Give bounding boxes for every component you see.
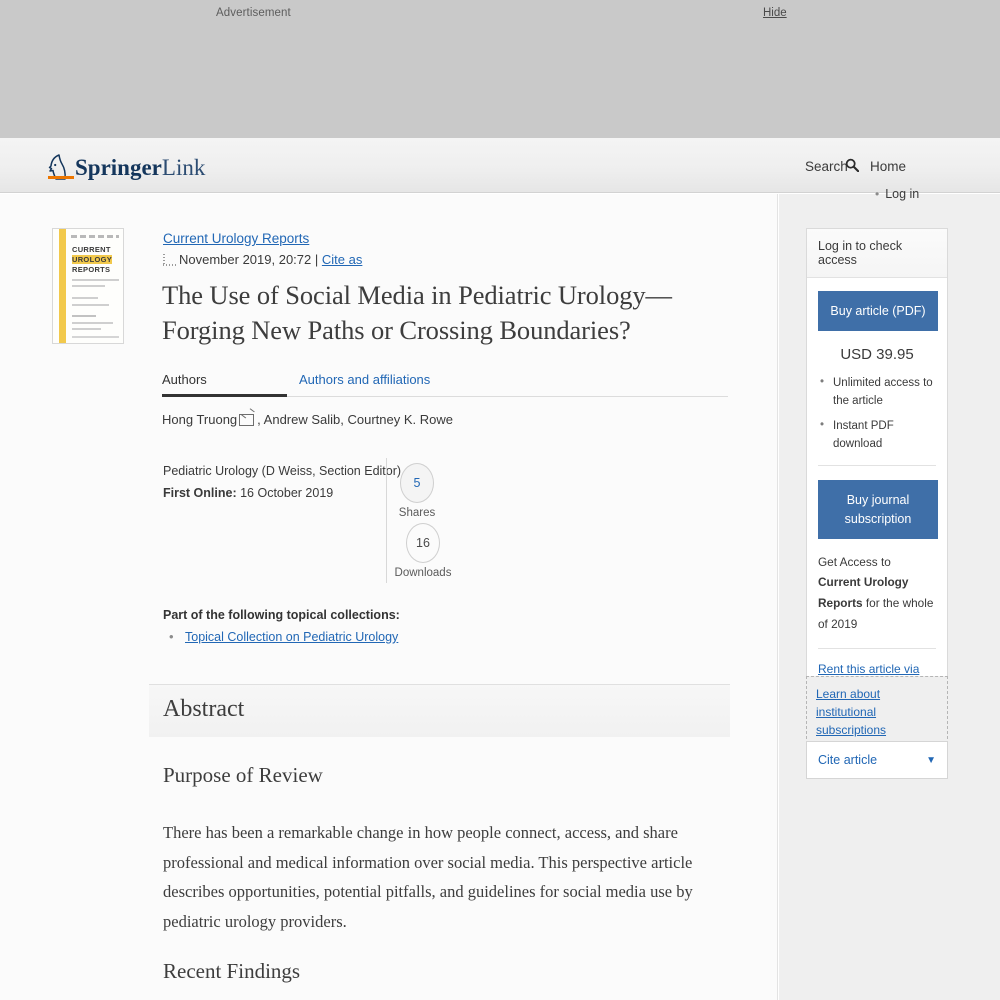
access-card-heading: Log in to check access (807, 229, 947, 278)
cover-rule-c (72, 297, 98, 299)
recent-findings-heading: Recent Findings (163, 959, 301, 983)
institutional-subscriptions-box: Learn about institutional subscriptions (806, 676, 948, 749)
article-perks-list: Unlimited access to the article Instant … (818, 374, 936, 454)
cover-rule-a (72, 279, 119, 281)
topical-collections-heading: Part of the following topical collection… (163, 608, 400, 622)
issue-text: November 2019, 20:72 (179, 252, 312, 267)
cover-top-rule (71, 235, 119, 238)
cover-rule-b (72, 285, 105, 287)
logo-wordmark: SpringerLink (75, 156, 205, 181)
list-item: Instant PDF download (818, 417, 936, 454)
institutional-subscriptions-link[interactable]: Learn about institutional subscriptions (816, 687, 886, 737)
home-link[interactable]: Home (870, 159, 906, 174)
author-list: Hong Truong , Andrew Salib, Courtney K. R… (162, 412, 453, 427)
article-metrics: 5 Shares 16 Downloads (386, 458, 506, 583)
login-bullet-icon: • (875, 187, 880, 201)
metric-downloads: 16 Downloads (393, 523, 453, 579)
cover-title-line-3: REPORTS (72, 265, 111, 274)
list-item: Topical Collection on Pediatric Urology (163, 627, 398, 647)
search-link[interactable]: Search (805, 159, 848, 174)
journal-title-link[interactable]: Current Urology Reports (163, 231, 309, 246)
logo-underline (48, 176, 74, 179)
author-name-primary[interactable]: Hong Truong (162, 412, 237, 427)
access-card-body: Buy article (PDF) USD 39.95 Unlimited ac… (807, 278, 947, 716)
page-title: The Use of Social Media in Pediatric Uro… (162, 280, 672, 346)
purpose-of-review-text: There has been a remarkable change in ho… (163, 823, 693, 931)
author-tabs: Authors Authors and affiliations (162, 372, 728, 397)
access-card: Log in to check access Buy article (PDF)… (806, 228, 948, 717)
metric-shares: 5 Shares (387, 463, 447, 519)
article-price: USD 39.95 (840, 346, 914, 364)
first-online-label: First Online: (163, 486, 237, 500)
cover-rule-f (72, 322, 113, 324)
issue-separator: | (314, 252, 319, 267)
advertisement-banner: Advertisement Hide (0, 0, 1000, 138)
metric-shares-value: 5 (400, 463, 434, 503)
journal-access-description: Get Access to Current Urology Reports fo… (818, 552, 936, 635)
advertisement-label: Advertisement (216, 7, 291, 19)
journal-cover-thumbnail[interactable]: CURRENT UROLOGY REPORTS (52, 228, 124, 344)
get-access-prefix: Get Access to (818, 554, 891, 569)
cover-rule-d (72, 304, 109, 306)
list-item: Unlimited access to the article (818, 374, 936, 411)
topical-collection-link[interactable]: Topical Collection on Pediatric Urology (185, 630, 398, 644)
section-editor-line: Pediatric Urology (D Weiss, Section Edit… (163, 464, 402, 478)
issue-info-row: November 2019, 20:72 | Cite as (163, 252, 362, 267)
cite-article-dropdown[interactable]: Cite article ▼ (806, 741, 948, 779)
broken-image-icon (163, 254, 176, 266)
logo-springer-text: Springer (75, 155, 162, 180)
cite-as-link[interactable]: Cite as (322, 252, 362, 267)
first-online-line: First Online: 16 October 2019 (163, 486, 333, 500)
purpose-of-review-heading: Purpose of Review (163, 763, 323, 787)
cover-title-line-2: UROLOGY (72, 255, 113, 264)
author-names-rest: , Andrew Salib, Courtney K. Rowe (257, 412, 453, 427)
logo-link-text: Link (161, 155, 206, 180)
topical-collections-list: Topical Collection on Pediatric Urology (163, 627, 398, 647)
buy-journal-subscription-button[interactable]: Buy journal subscription (818, 480, 938, 539)
cover-title-line-1: CURRENT (72, 245, 111, 254)
cover-yellow-stripe (59, 229, 66, 343)
cover-rule-e (72, 315, 96, 317)
buy-article-button[interactable]: Buy article (PDF) (818, 291, 938, 332)
search-icon[interactable] (845, 158, 859, 172)
divider (818, 648, 936, 650)
log-in-link[interactable]: Log in (885, 187, 919, 201)
first-online-value: 16 October 2019 (236, 486, 334, 500)
tab-authors[interactable]: Authors (162, 372, 287, 397)
hide-advertisement-link[interactable]: Hide (763, 7, 787, 19)
cite-article-label: Cite article (818, 753, 878, 767)
abstract-heading: Abstract (163, 696, 245, 722)
metric-shares-label: Shares (398, 507, 436, 519)
chevron-down-icon: ▼ (926, 754, 936, 766)
metric-downloads-value: 16 (406, 523, 440, 563)
envelope-icon[interactable] (239, 414, 255, 426)
cover-rule-g (72, 328, 101, 330)
cover-footer-rule (72, 336, 119, 338)
login-row: • Log in (875, 187, 919, 201)
tab-authors-and-affiliations[interactable]: Authors and affiliations (299, 372, 430, 394)
divider (818, 465, 936, 467)
metric-downloads-label: Downloads (394, 567, 452, 579)
